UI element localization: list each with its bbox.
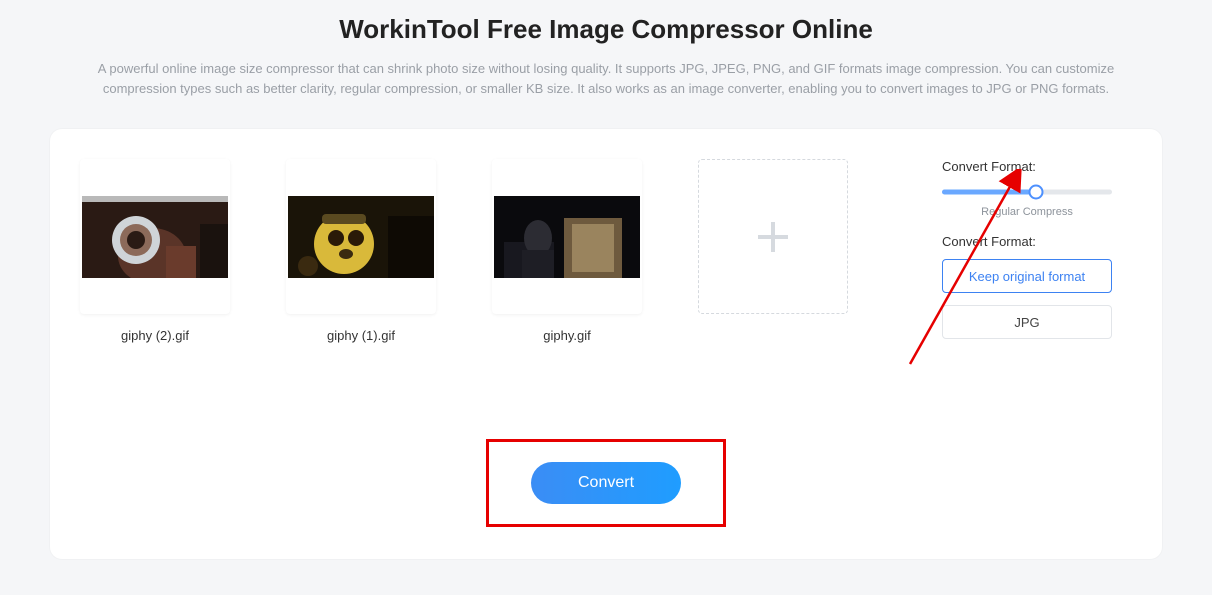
file-name: giphy (1).gif xyxy=(327,328,395,343)
slider-thumb-icon[interactable] xyxy=(1028,185,1043,200)
file-item: giphy (1).gif xyxy=(286,159,436,343)
file-item: giphy.gif xyxy=(492,159,642,343)
plus-icon xyxy=(756,220,790,254)
format-keep-button[interactable]: Keep original format xyxy=(942,259,1112,293)
thumbnail[interactable] xyxy=(286,159,436,314)
file-item: giphy (2).gif xyxy=(80,159,230,343)
thumbnail[interactable] xyxy=(80,159,230,314)
file-area: giphy (2).gif xyxy=(80,159,922,351)
page-title: WorkinTool Free Image Compressor Online xyxy=(0,0,1212,59)
format-label: Convert Format: xyxy=(942,234,1132,249)
slider-caption: Regular Compress xyxy=(942,206,1112,218)
compress-slider[interactable] xyxy=(942,184,1112,200)
file-name: giphy (2).gif xyxy=(121,328,189,343)
annotation-highlight: Convert xyxy=(486,439,726,527)
file-name: giphy.gif xyxy=(543,328,590,343)
convert-button[interactable]: Convert xyxy=(531,462,681,504)
image-icon xyxy=(82,196,228,278)
thumbnail[interactable] xyxy=(492,159,642,314)
add-file xyxy=(698,159,848,314)
format-jpg-button[interactable]: JPG xyxy=(942,305,1112,339)
page-description: A powerful online image size compressor … xyxy=(61,59,1151,99)
add-file-button[interactable] xyxy=(698,159,848,314)
compress-label: Convert Format: xyxy=(942,159,1132,174)
settings-sidebar: Convert Format: Regular Compress Convert… xyxy=(942,159,1132,351)
main-card: giphy (2).gif xyxy=(50,129,1162,559)
convert-area: Convert xyxy=(50,439,1162,527)
image-icon xyxy=(494,196,640,278)
image-icon xyxy=(288,196,434,278)
